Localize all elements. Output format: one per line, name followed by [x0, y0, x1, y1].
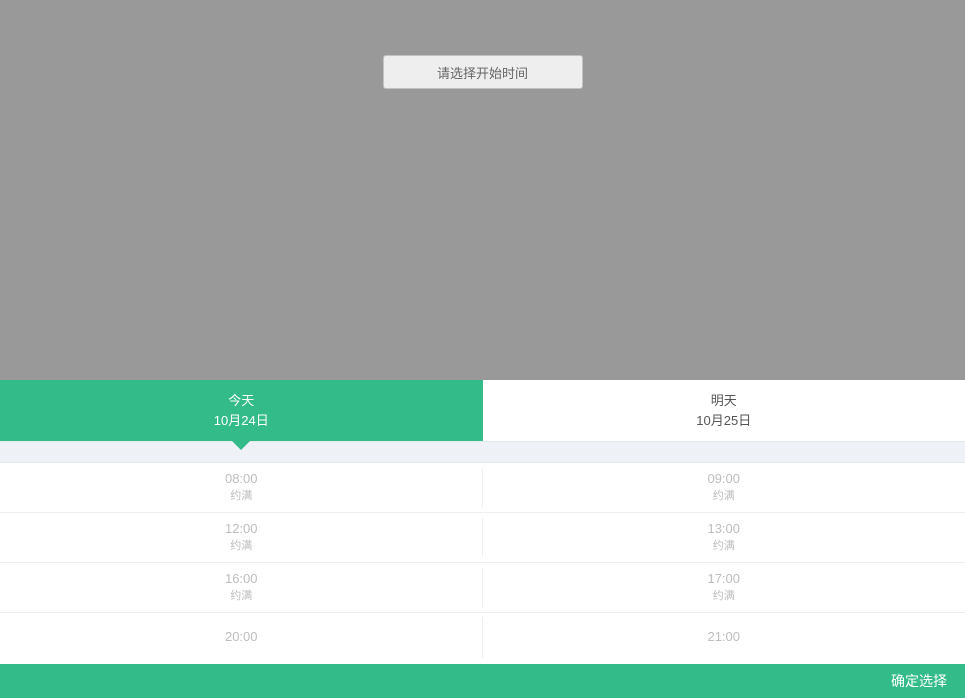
- confirm-button[interactable]: 确定选择: [0, 664, 965, 698]
- date-tab-today[interactable]: 今天 10月24日: [0, 380, 483, 441]
- time-slot-status: 约满: [230, 539, 252, 553]
- time-slot-status: 约满: [230, 589, 252, 603]
- time-row: 12:00 约满 13:00 约满: [0, 513, 965, 563]
- confirm-label: 确定选择: [891, 671, 947, 691]
- time-row: 16:00 约满 17:00 约满: [0, 563, 965, 613]
- date-tab-tomorrow[interactable]: 明天 10月25日: [483, 380, 965, 441]
- time-slot-time: 08:00: [225, 471, 258, 488]
- time-slot-time: 12:00: [225, 521, 258, 538]
- date-tab-date: 10月25日: [696, 411, 751, 431]
- time-slot-time: 13:00: [707, 521, 740, 538]
- time-row: 08:00 约满 09:00 约满: [0, 463, 965, 513]
- time-slot-time: 16:00: [225, 571, 258, 588]
- time-row: 20:00 21:00: [0, 613, 965, 663]
- select-start-time-button[interactable]: 请选择开始时间: [383, 55, 583, 89]
- time-slot-status: 约满: [713, 489, 735, 503]
- select-start-time-label: 请选择开始时间: [437, 63, 528, 82]
- time-slot-time: 17:00: [707, 571, 740, 588]
- time-slot-status: 约满: [713, 589, 735, 603]
- date-tab-date: 10月24日: [214, 411, 269, 431]
- time-slot-time: 09:00: [707, 471, 740, 488]
- time-slot[interactable]: 16:00 约满: [0, 563, 483, 612]
- section-divider: [0, 441, 965, 463]
- time-slot-status: 约满: [230, 489, 252, 503]
- time-slot[interactable]: 08:00 约满: [0, 463, 483, 512]
- time-slot-time: 21:00: [707, 629, 740, 646]
- time-slot[interactable]: 17:00 约满: [483, 563, 965, 612]
- time-slot[interactable]: 12:00 约满: [0, 513, 483, 562]
- time-slot-time: 20:00: [225, 629, 258, 646]
- time-grid: 08:00 约满 09:00 约满 12:00 约满 13:00 约满 16:0…: [0, 463, 965, 663]
- time-slot[interactable]: 21:00: [483, 613, 965, 663]
- date-tab-title: 今天: [228, 391, 254, 411]
- time-slot[interactable]: 20:00: [0, 613, 483, 663]
- date-tabs: 今天 10月24日 明天 10月25日: [0, 380, 965, 441]
- time-slot[interactable]: 09:00 约满: [483, 463, 965, 512]
- date-tab-title: 明天: [711, 391, 737, 411]
- time-slot-status: 约满: [713, 539, 735, 553]
- time-slot[interactable]: 13:00 约满: [483, 513, 965, 562]
